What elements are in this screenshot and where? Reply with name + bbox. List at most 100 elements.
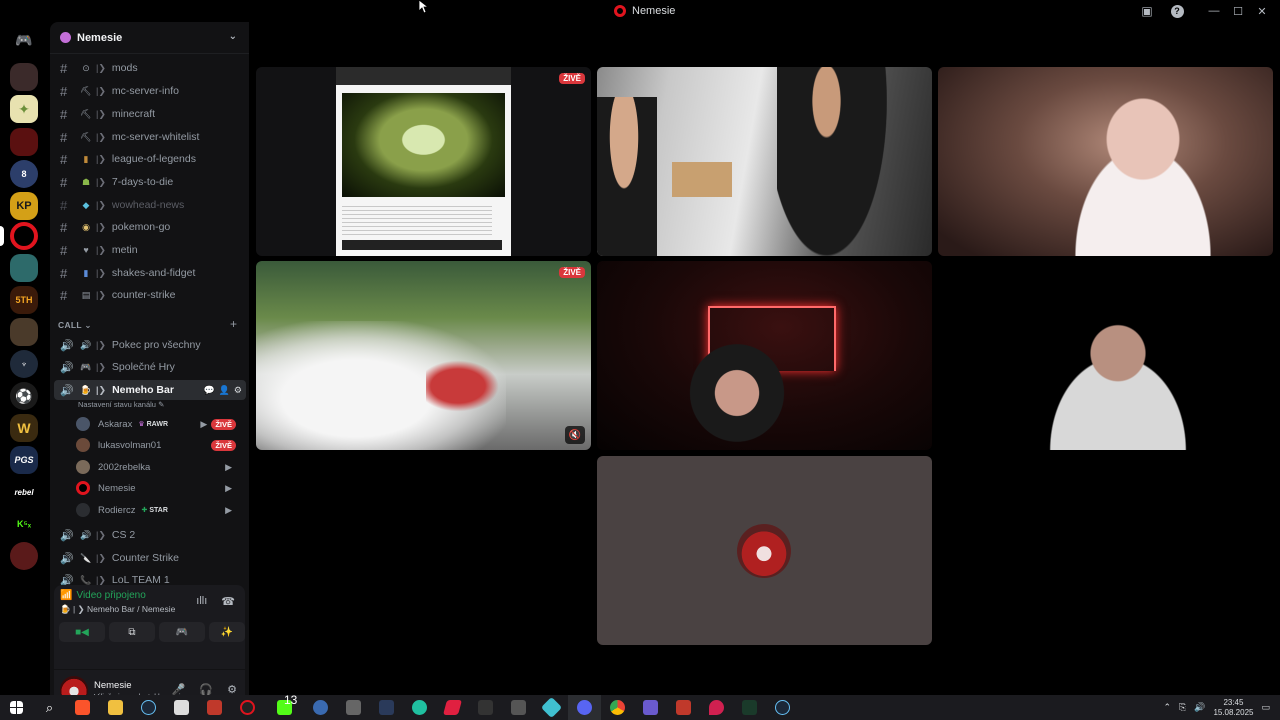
category-call[interactable]: CALL ⌄ (58, 320, 92, 331)
server-icon[interactable]: 5TH (10, 286, 38, 314)
muted-speaker-icon[interactable]: 🔇 (565, 426, 585, 444)
minimize-button[interactable]: — (1202, 0, 1226, 22)
server-icon[interactable]: KP (10, 192, 38, 220)
kick-icon[interactable]: 13 (264, 693, 304, 720)
maximize-button[interactable]: ☐ (1226, 0, 1250, 22)
chat-icon[interactable]: 💬 (203, 385, 214, 396)
voice-channel[interactable]: 🔊 🔊 |❯ CS 2 (54, 525, 246, 545)
steam-icon[interactable] (766, 695, 799, 720)
voice-member[interactable]: Askarax ♛ RAWR ▶ ŽIVĚ (76, 414, 244, 434)
screen-share-button[interactable]: ⧉ (109, 622, 155, 642)
user-name[interactable]: Nemesie (94, 680, 132, 691)
help-icon[interactable]: ? (1162, 0, 1192, 22)
separator-icon: |❯ (96, 221, 106, 232)
text-channel[interactable]: # ⊙ |❯ mods (54, 58, 246, 78)
file-explorer-icon[interactable] (99, 695, 132, 720)
app-icon[interactable] (436, 695, 469, 720)
server-icon[interactable]: PGS (10, 446, 38, 474)
chevron-up-icon[interactable]: ⌃ (1163, 702, 1171, 713)
app-icon[interactable] (535, 695, 568, 720)
video-tile-camera[interactable] (938, 67, 1273, 256)
text-channel[interactable]: # ◆ |❯ wowhead-news (54, 195, 246, 215)
text-channel[interactable]: # ⛏ |❯ minecraft (54, 104, 246, 124)
windows-start-icon[interactable] (0, 695, 33, 720)
voice-channel[interactable]: 🔊 🎮 |❯ Společné Hry (54, 357, 246, 377)
noise-suppression-icon[interactable]: ıllı (196, 595, 207, 608)
voice-channel[interactable]: 🔊 🔪 |❯ Counter Strike (54, 548, 246, 568)
video-tile-camera[interactable] (597, 261, 932, 450)
video-tile-camera[interactable] (597, 67, 932, 256)
text-channel[interactable]: # ◉ |❯ pokemon-go (54, 217, 246, 237)
channel-status[interactable]: Nastavení stavu kanálu ✎ (78, 400, 164, 409)
system-clock[interactable]: 23:45 15.08.2025 (1213, 698, 1253, 718)
app-icon[interactable] (304, 695, 337, 720)
video-tile-screenshare[interactable]: ŽIVĚ 🔇 (256, 261, 591, 450)
text-channel[interactable]: # ▤ |❯ counter-strike (54, 285, 246, 305)
app-icon[interactable] (700, 695, 733, 720)
inbox-icon[interactable]: ▣ (1132, 0, 1162, 22)
text-channel[interactable]: # ☗ |❯ 7-days-to-die (54, 172, 246, 192)
epic-games-icon[interactable] (469, 695, 502, 720)
voice-member[interactable]: Rodiercz ✚ STAR ▶ (76, 500, 244, 520)
server-icon[interactable] (10, 63, 38, 91)
text-channel[interactable]: # ♥ |❯ metin (54, 240, 246, 260)
gear-icon[interactable]: ⚙ (234, 385, 242, 396)
person-silhouette (682, 336, 792, 450)
notifications-icon[interactable]: ▭ (1261, 702, 1270, 713)
voice-channel-active[interactable]: 🔊 🍺 |❯ Nemeho Bar 💬 👤 ⚙ (54, 380, 246, 400)
soundboard-button[interactable]: ✨ (209, 622, 245, 642)
channel-emoji: ⛏ (80, 131, 92, 142)
server-icon[interactable]: K⁵ₓ (10, 510, 38, 538)
app-icon[interactable] (634, 695, 667, 720)
brave-browser-icon[interactable] (66, 695, 99, 720)
app-icon[interactable] (733, 695, 766, 720)
video-tile-screenshare[interactable]: ŽIVĚ (256, 67, 591, 256)
server-icon[interactable]: ⚽ (10, 382, 38, 410)
activities-button[interactable]: 🎮 (159, 622, 205, 642)
app-icon[interactable] (337, 695, 370, 720)
app-icon[interactable] (198, 695, 231, 720)
text-channel[interactable]: # ▮ |❯ league-of-legends (54, 149, 246, 169)
voice-member[interactable]: Nemesie ▶ (76, 478, 244, 498)
discord-home-icon[interactable]: 🎮 (10, 26, 38, 54)
chrome-icon[interactable] (601, 695, 634, 720)
text-channel[interactable]: # ⛏ |❯ mc-server-info (54, 81, 246, 101)
network-icon[interactable]: ⎘ (1179, 702, 1186, 713)
server-icon[interactable] (10, 254, 38, 282)
server-icon[interactable] (10, 318, 38, 346)
voice-member[interactable]: lukasvolman01 ŽIVĚ (76, 435, 244, 455)
voice-member[interactable]: 2002rebelka ▶ (76, 457, 244, 477)
connection-status-text[interactable]: Video připojeno (76, 590, 145, 601)
steam-icon[interactable] (132, 695, 165, 720)
server-icon[interactable]: ✦ (10, 95, 38, 123)
search-icon[interactable]: ⌕ (33, 695, 66, 720)
box-object (672, 162, 732, 197)
app-icon[interactable] (667, 695, 700, 720)
server-icon[interactable] (10, 542, 38, 570)
video-tile-avatar[interactable] (597, 456, 932, 645)
server-nemesie-icon[interactable] (10, 222, 38, 250)
text-channel[interactable]: # ⛏ |❯ mc-server-whitelist (54, 127, 246, 147)
connection-location[interactable]: 🍺 | ❯ Nemeho Bar / Nemesie (60, 604, 175, 615)
server-header[interactable]: Nemesie ⌄ (50, 22, 249, 54)
server-icon[interactable] (10, 128, 38, 156)
volume-icon[interactable]: 🔊 (1194, 702, 1205, 713)
disconnect-icon[interactable]: ☎ (221, 595, 235, 608)
server-icon[interactable]: ♆ (10, 350, 38, 378)
close-button[interactable]: ✕ (1250, 0, 1274, 22)
discord-taskbar-icon[interactable] (568, 695, 601, 720)
voice-channel[interactable]: 🔊 🔊 |❯ Pokec pro všechny (54, 335, 246, 355)
camera-button[interactable]: ■◀ (59, 622, 105, 642)
server-icon[interactable]: rebel (10, 478, 38, 506)
app-icon[interactable] (370, 695, 403, 720)
app-icon[interactable] (502, 695, 535, 720)
app-icon[interactable] (165, 695, 198, 720)
video-tile-camera[interactable] (938, 261, 1273, 450)
app-icon[interactable] (231, 695, 264, 720)
power-icon[interactable] (403, 695, 436, 720)
server-icon[interactable]: W (10, 414, 38, 442)
server-icon[interactable]: 8 (10, 160, 38, 188)
text-channel[interactable]: # ▮ |❯ shakes-and-fidget (54, 263, 246, 283)
add-member-icon[interactable]: 👤 (219, 385, 230, 396)
add-channel-button[interactable]: + (230, 317, 237, 331)
